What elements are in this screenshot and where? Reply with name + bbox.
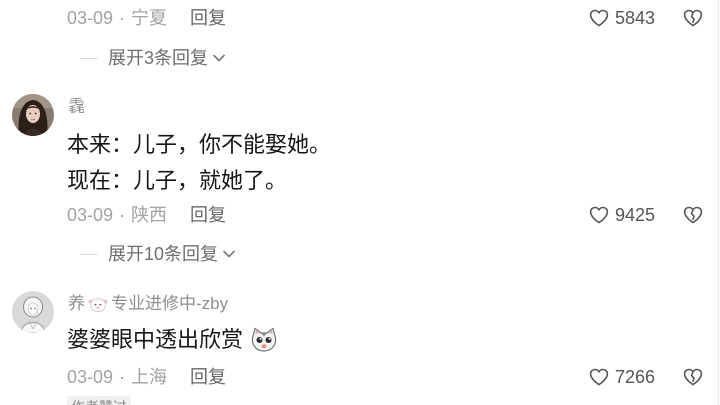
heart-outline-icon <box>589 9 609 27</box>
comment-date: 03-09 <box>67 367 114 387</box>
expand-replies-label: 展开10条回复 <box>108 244 219 264</box>
chevron-down-icon <box>213 54 225 62</box>
broken-heart-icon <box>683 9 703 27</box>
sheep-emoji-icon <box>88 295 108 313</box>
like-count: 7266 <box>615 367 656 387</box>
comment-location: 上海 <box>131 367 168 387</box>
dislike-button[interactable] <box>683 8 703 28</box>
comment-text: 本来：儿子，你不能娶她。 <box>67 132 332 157</box>
comment-text-line: 本来：儿子，你不能娶她。 <box>67 130 331 160</box>
edge-divider <box>718 0 719 405</box>
username-text: 专业进修中-zby <box>111 294 229 313</box>
comment-text-line: 现在：儿子，就她了。 <box>67 166 287 196</box>
reply-button[interactable]: 回复 <box>190 367 226 387</box>
username[interactable]: 养 专业进修中-zby <box>68 294 228 314</box>
avatar[interactable] <box>12 94 54 136</box>
comment-date: 03-09 <box>67 205 114 225</box>
comment-meta: 03-09 · 陕西 <box>67 205 167 225</box>
like-button[interactable]: 5843 <box>589 8 655 28</box>
comment-section: 03-09 · 宁夏 回复 5843 展开3条回复 毳 本来：儿子，你不能娶她。… <box>0 0 720 405</box>
expand-replies-button[interactable]: 展开10条回复 <box>80 243 235 265</box>
like-count: 9425 <box>615 205 656 225</box>
comment-item: 养 专业进修中-zby 婆婆眼中透出欣赏 03-09 · 上海 回复 7266 <box>0 285 720 405</box>
comment-text: 现在：儿子，就她了。 <box>67 168 288 193</box>
comment-location: 宁夏 <box>131 8 168 28</box>
username-text: 养 <box>68 294 85 313</box>
expand-divider <box>80 57 98 59</box>
badge-container: 作者赞过 <box>67 396 147 405</box>
like-button[interactable]: 7266 <box>589 367 655 387</box>
comment-item: 毳 本来：儿子，你不能娶她。 现在：儿子，就她了。 03-09 · 陕西 回复 … <box>0 88 720 268</box>
avatar[interactable] <box>12 291 54 333</box>
comment-date: 03-09 <box>67 8 114 28</box>
chevron-down-icon <box>223 250 235 258</box>
expand-replies-button[interactable]: 展开3条回复 <box>80 47 225 69</box>
comment-text-line: 婆婆眼中透出欣赏 <box>67 325 278 355</box>
reply-button[interactable]: 回复 <box>190 205 226 225</box>
expand-replies-label: 展开3条回复 <box>108 48 209 68</box>
comment-location: 陕西 <box>131 205 168 225</box>
dislike-button[interactable] <box>683 367 703 387</box>
broken-heart-icon <box>683 368 703 386</box>
expand-divider <box>80 253 98 255</box>
comment-meta: 03-09 · 宁夏 <box>67 8 167 28</box>
meta-separator: · <box>119 205 126 225</box>
dislike-button[interactable] <box>683 205 703 225</box>
meta-separator: · <box>119 367 126 387</box>
username-text: 毳 <box>68 97 85 116</box>
comment-meta: 03-09 · 上海 <box>67 367 167 387</box>
broken-heart-icon <box>683 206 703 224</box>
cat-emoji-icon <box>250 327 278 353</box>
reply-button[interactable]: 回复 <box>190 8 226 28</box>
comment-text: 婆婆眼中透出欣赏 <box>67 327 244 352</box>
meta-separator: · <box>119 8 126 28</box>
author-liked-badge: 作者赞过 <box>67 396 131 405</box>
heart-outline-icon <box>589 368 609 386</box>
like-button[interactable]: 9425 <box>589 205 655 225</box>
comment-item: 03-09 · 宁夏 回复 5843 展开3条回复 <box>0 0 720 80</box>
heart-outline-icon <box>589 206 609 224</box>
username[interactable]: 毳 <box>68 97 85 117</box>
like-count: 5843 <box>615 8 656 28</box>
